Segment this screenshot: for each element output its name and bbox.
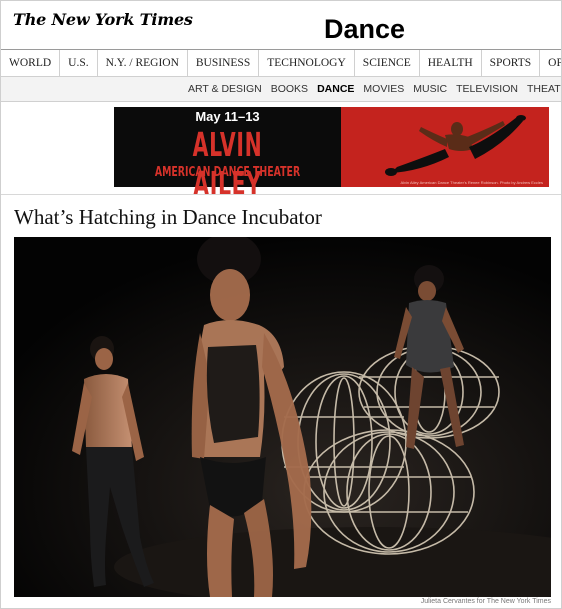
subnav-item-movies[interactable]: MOVIES <box>363 77 404 101</box>
primary-nav: WORLD U.S. N.Y. / REGION BUSINESS TECHNO… <box>1 50 561 77</box>
section-title: Dance <box>324 14 406 44</box>
nav-item-opinion[interactable]: OPINION <box>540 50 561 76</box>
photo-credit: Julieta Cervantes for The New York Times <box>420 598 551 605</box>
nav-item-technology[interactable]: TECHNOLOGY <box>259 50 355 76</box>
masthead: The New York Times Dance <box>1 1 561 50</box>
leaping-dancer-image <box>385 115 526 176</box>
nav-item-sports[interactable]: SPORTS <box>482 50 541 76</box>
ad-date: May 11–13 <box>195 109 260 124</box>
nav-item-us[interactable]: U.S. <box>60 50 98 76</box>
ad-text-panel: May 11–13 ALVIN AILEY AMERICAN DANCE THE… <box>114 107 341 203</box>
subnav-item-television[interactable]: TELEVISION <box>456 77 518 101</box>
secondary-nav: ART & DESIGN BOOKS DANCE MOVIES MUSIC TE… <box>1 77 561 102</box>
nyt-logo[interactable]: The New York Times <box>13 10 193 29</box>
nav-item-science[interactable]: SCIENCE <box>355 50 420 76</box>
subnav-item-theater[interactable]: THEATER <box>527 77 561 101</box>
ad-photo: Alvin Ailey American Dance Theater's Ren… <box>341 107 549 187</box>
subnav-item-music[interactable]: MUSIC <box>413 77 447 101</box>
dancers-photo-image <box>14 237 551 597</box>
nav-item-health[interactable]: HEALTH <box>420 50 482 76</box>
ad-subtitle: AMERICAN DANCE THEATER <box>154 165 301 180</box>
section-divider <box>1 194 561 195</box>
article-headline[interactable]: What’s Hatching in Dance Incubator <box>14 205 322 230</box>
subnav-item-dance[interactable]: DANCE <box>317 77 354 101</box>
ad-banner[interactable]: May 11–13 ALVIN AILEY AMERICAN DANCE THE… <box>114 107 549 203</box>
subnav-item-books[interactable]: BOOKS <box>271 77 308 101</box>
page: The New York Times Dance WORLD U.S. N.Y.… <box>0 0 562 609</box>
ad-title: ALVIN AILEY <box>192 125 263 203</box>
article-photo[interactable] <box>14 237 551 597</box>
subnav-item-art-design[interactable]: ART & DESIGN <box>188 77 262 101</box>
nav-item-world[interactable]: WORLD <box>1 50 61 76</box>
nav-item-business[interactable]: BUSINESS <box>188 50 260 76</box>
ad-fine-print: Alvin Ailey American Dance Theater's Ren… <box>400 180 543 185</box>
nav-item-ny-region[interactable]: N.Y. / REGION <box>98 50 188 76</box>
